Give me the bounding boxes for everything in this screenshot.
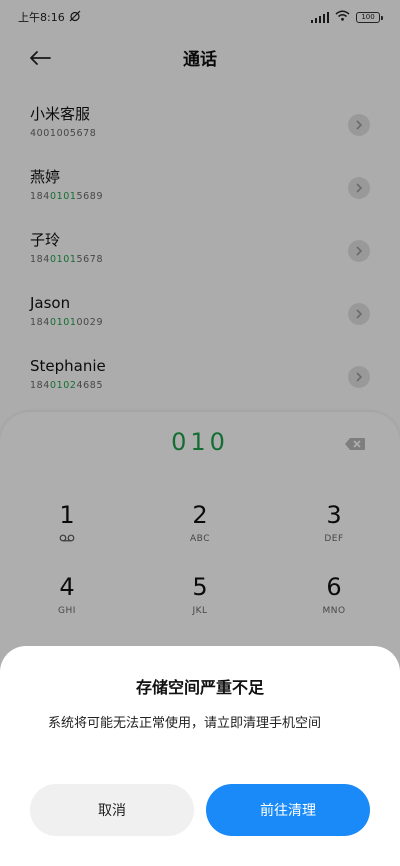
dialog-message: 系统将可能无法正常使用，请立即清理手机空间 — [48, 716, 322, 731]
storage-warning-dialog: 存储空间严重不足 系统将可能无法正常使用，请立即清理手机空间 取消 前往清理 — [0, 646, 400, 866]
clean-up-button[interactable]: 前往清理 — [206, 784, 370, 836]
cancel-button[interactable]: 取消 — [30, 784, 194, 836]
dialog-title: 存储空间严重不足 — [135, 678, 264, 697]
